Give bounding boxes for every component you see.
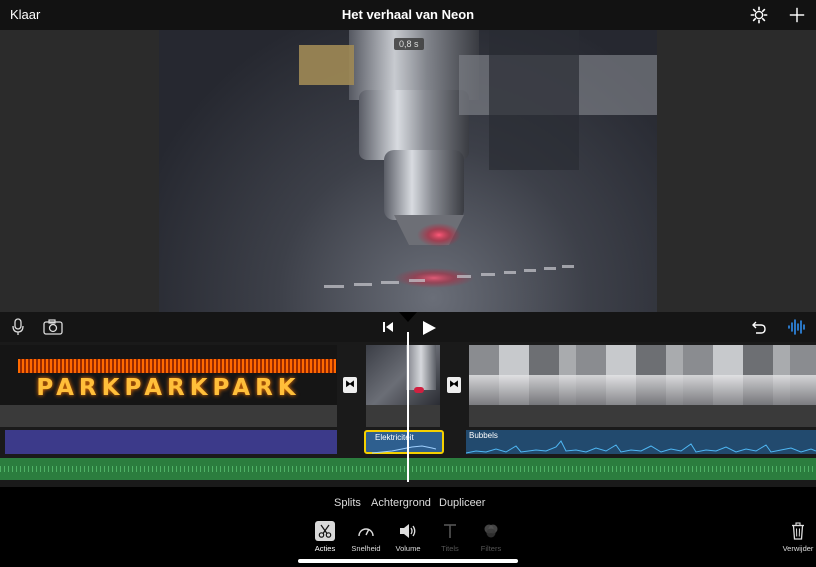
camera-icon[interactable] (43, 319, 63, 335)
plus-icon[interactable] (788, 6, 806, 24)
speaker-icon (400, 524, 416, 538)
clip-track-strip (0, 405, 337, 427)
tab-volume[interactable]: Volume (388, 520, 428, 553)
skip-to-start-icon[interactable] (382, 321, 394, 333)
playhead-marker (399, 312, 417, 322)
playhead[interactable] (407, 332, 409, 482)
tab-label: Snelheid (351, 544, 381, 553)
video-preview[interactable] (159, 30, 657, 312)
speedometer-icon (358, 528, 374, 537)
audio-clip-bubbels[interactable]: Bubbels (466, 430, 816, 454)
undo-icon[interactable] (751, 319, 767, 335)
audio-clip-elektriciteit[interactable]: Elektriciteit (364, 430, 444, 454)
scissors-icon (318, 524, 332, 538)
tab-titles[interactable]: Titels (430, 520, 470, 553)
tab-label: Titels (441, 544, 459, 553)
video-clip-laser[interactable] (366, 345, 440, 405)
clip-duration-badge: 0,8 s (394, 38, 424, 50)
tab-label: Acties (314, 544, 336, 553)
delete-button[interactable]: Verwijder (778, 520, 816, 553)
clip-track-strip (366, 405, 440, 427)
tab-label: Volume (395, 544, 421, 553)
transition-icon[interactable]: ⧓ (447, 377, 461, 393)
split-button[interactable]: Splits (334, 497, 361, 509)
background-button[interactable]: Achtergrond (371, 497, 431, 509)
microphone-icon[interactable] (11, 318, 25, 336)
video-clip-park[interactable]: PARKPARKPARK (0, 345, 337, 405)
filters-icon (484, 524, 498, 538)
home-indicator[interactable] (298, 559, 518, 563)
tab-speed[interactable]: Snelheid (346, 520, 386, 553)
play-icon[interactable] (421, 320, 437, 336)
audio-clip-purple[interactable] (5, 430, 337, 454)
duplicate-button[interactable]: Dupliceer (439, 497, 485, 509)
gear-icon[interactable] (750, 6, 768, 24)
video-clip-vats[interactable] (469, 345, 816, 405)
project-title: Het verhaal van Neon (341, 7, 475, 22)
tab-filters[interactable]: Filters (471, 520, 511, 553)
clip-track-strip (469, 405, 816, 427)
tab-actions[interactable]: Acties (305, 520, 345, 553)
title-icon (444, 524, 456, 538)
park-sign-text: PARKPARKPARK (36, 375, 301, 401)
trash-icon (792, 522, 804, 540)
audio-waveform-icon[interactable] (787, 318, 807, 336)
delete-label: Verwijder (782, 544, 814, 553)
tab-label: Filters (480, 544, 502, 553)
transition-icon[interactable]: ⧓ (343, 377, 357, 393)
